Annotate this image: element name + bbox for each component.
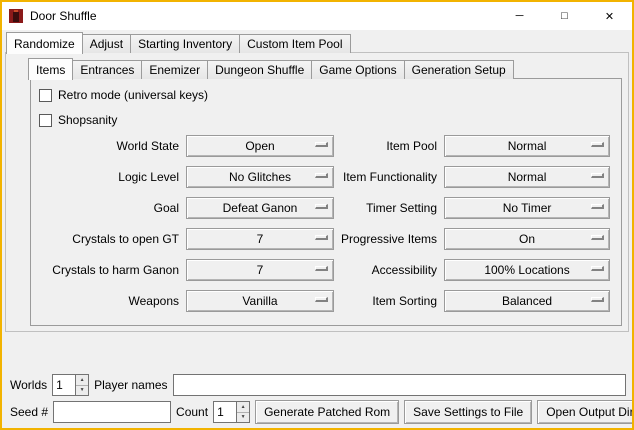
count-spin-buttons: ▲ ▼ [236,401,250,423]
tab-items[interactable]: Items [28,58,73,80]
dropdown-indicator-icon [315,142,328,147]
dropdown-value: Normal [508,139,547,153]
spacer [2,332,632,374]
dropdown-indicator-icon [315,235,328,240]
dropdown-value: 7 [257,232,264,246]
randomize-pane: Items Entrances Enemizer Dungeon Shuffle… [5,52,629,332]
label-item-pool: Item Pool [341,135,437,157]
dropdown-indicator-icon [591,297,604,302]
dropdown-value: No Glitches [229,170,291,184]
tab-custom-item-pool[interactable]: Custom Item Pool [239,34,350,53]
spin-up-icon[interactable]: ▲ [237,402,249,412]
dropdown-crystals-open-gt[interactable]: 7 [186,228,334,250]
dropdown-value: Defeat Ganon [223,201,298,215]
label-logic-level: Logic Level [31,166,179,188]
tab-starting-inventory[interactable]: Starting Inventory [130,34,240,53]
dropdown-progressive-items[interactable]: On [444,228,610,250]
dropdown-indicator-icon [315,204,328,209]
dropdown-indicator-icon [315,173,328,178]
label-world-state: World State [31,135,179,157]
tab-adjust[interactable]: Adjust [82,34,131,53]
worlds-value[interactable]: 1 [52,374,75,396]
worlds-spin-buttons: ▲ ▼ [75,374,89,396]
spin-down-icon[interactable]: ▼ [237,412,249,423]
dropdown-world-state[interactable]: Open [186,135,334,157]
tab-generation-setup[interactable]: Generation Setup [404,60,514,79]
label-weapons: Weapons [31,290,179,312]
dropdown-value: Vanilla [242,294,277,308]
player-names-label: Player names [94,378,167,392]
label-item-sorting: Item Sorting [341,290,437,312]
label-accessibility: Accessibility [341,259,437,281]
count-value[interactable]: 1 [213,401,236,423]
label-progressive-items: Progressive Items [341,228,437,250]
window: Door Shuffle ─ □ ✕ Randomize Adjust Star… [0,0,634,430]
client-area: Randomize Adjust Starting Inventory Cust… [2,30,632,428]
dropdown-weapons[interactable]: Vanilla [186,290,334,312]
dropdown-indicator-icon [315,297,328,302]
tab-enemizer[interactable]: Enemizer [141,60,208,79]
save-settings-button[interactable]: Save Settings to File [404,400,532,424]
dropdown-item-sorting[interactable]: Balanced [444,290,610,312]
dropdown-indicator-icon [591,266,604,271]
checkbox-shopsanity[interactable]: Shopsanity [39,110,607,130]
dropdown-indicator-icon [591,204,604,209]
dropdown-value: Balanced [502,294,552,308]
seed-input[interactable] [53,401,171,423]
maximize-icon[interactable]: □ [542,2,587,30]
tab-game-options[interactable]: Game Options [311,60,404,79]
dropdown-value: No Timer [503,201,552,215]
dropdown-logic-level[interactable]: No Glitches [186,166,334,188]
label-crystals-harm-ganon: Crystals to harm Ganon [31,259,179,281]
count-spinner[interactable]: 1 ▲ ▼ [213,401,250,423]
dropdown-indicator-icon [315,266,328,271]
window-controls: ─ □ ✕ [497,2,632,30]
close-icon[interactable]: ✕ [587,2,632,30]
tab-entrances[interactable]: Entrances [72,60,142,79]
settings-grid: World State Open Item Pool Normal Logic … [31,135,607,312]
dropdown-accessibility[interactable]: 100% Locations [444,259,610,281]
seed-label: Seed # [10,405,48,419]
open-output-directory-button[interactable]: Open Output Directory [537,400,632,424]
worlds-label: Worlds [10,378,47,392]
dropdown-item-functionality[interactable]: Normal [444,166,610,188]
dropdown-timer-setting[interactable]: No Timer [444,197,610,219]
checkbox-retro-mode[interactable]: Retro mode (universal keys) [39,85,607,105]
retro-mode-label: Retro mode (universal keys) [58,88,208,102]
retro-mode-checkbox-box[interactable] [39,89,52,102]
items-pane: Retro mode (universal keys) Shopsanity W… [30,78,622,326]
generate-patched-rom-button[interactable]: Generate Patched Rom [255,400,399,424]
label-crystals-open-gt: Crystals to open GT [31,228,179,250]
player-names-input[interactable] [173,374,627,396]
shopsanity-label: Shopsanity [58,113,117,127]
tab-dungeon-shuffle[interactable]: Dungeon Shuffle [207,60,312,79]
tab-randomize[interactable]: Randomize [6,32,83,54]
dropdown-indicator-icon [591,235,604,240]
label-goal: Goal [31,197,179,219]
dropdown-value: Normal [508,170,547,184]
count-label: Count [176,405,208,419]
dropdown-value: On [519,232,535,246]
dropdown-value: 100% Locations [484,263,569,277]
bottom-bar: Worlds 1 ▲ ▼ Player names Seed # Count 1 [2,374,632,428]
minimize-icon[interactable]: ─ [497,2,542,30]
spin-down-icon[interactable]: ▼ [76,385,88,396]
spin-up-icon[interactable]: ▲ [76,375,88,385]
secondary-tab-bar: Items Entrances Enemizer Dungeon Shuffle… [28,58,628,79]
shopsanity-checkbox-box[interactable] [39,114,52,127]
label-timer-setting: Timer Setting [341,197,437,219]
titlebar: Door Shuffle ─ □ ✕ [2,2,632,30]
label-item-functionality: Item Functionality [341,166,437,188]
dropdown-item-pool[interactable]: Normal [444,135,610,157]
app-icon [8,8,24,24]
dropdown-indicator-icon [591,173,604,178]
dropdown-indicator-icon [591,142,604,147]
dropdown-value: Open [245,139,274,153]
window-title: Door Shuffle [30,9,97,23]
dropdown-crystals-harm-ganon[interactable]: 7 [186,259,334,281]
dropdown-goal[interactable]: Defeat Ganon [186,197,334,219]
worlds-spinner[interactable]: 1 ▲ ▼ [52,374,89,396]
primary-tab-bar: Randomize Adjust Starting Inventory Cust… [6,32,632,53]
dropdown-value: 7 [257,263,264,277]
